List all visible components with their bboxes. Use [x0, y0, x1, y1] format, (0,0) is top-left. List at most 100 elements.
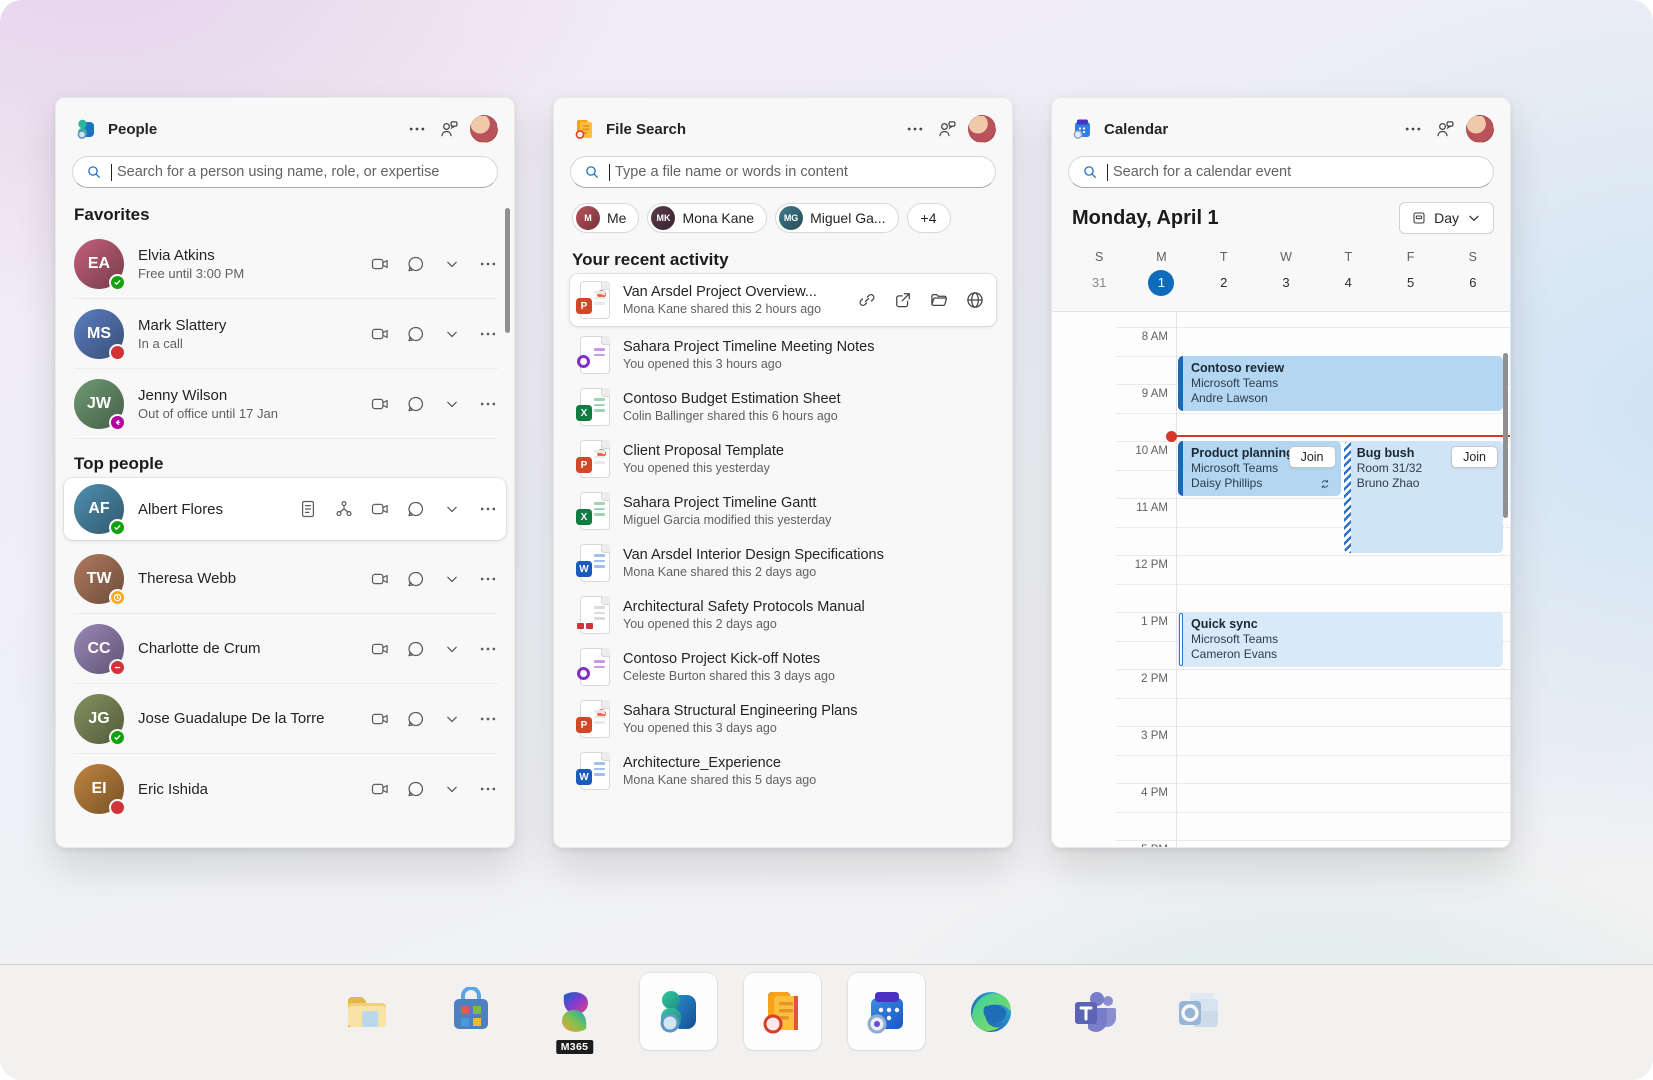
person-row[interactable]: AFAlbert Flores	[64, 478, 506, 540]
chat-icon[interactable]	[405, 499, 426, 520]
taskbar-calendar-icon[interactable]	[848, 973, 925, 1050]
person-row[interactable]: MSMark SlatteryIn a call	[74, 299, 498, 369]
taskbar-file-search-icon[interactable]	[744, 973, 821, 1050]
calendar-event[interactable]: Bug bushRoom 31/32Bruno ZhaoJoin	[1344, 441, 1503, 553]
day-view-dropdown[interactable]: Day	[1399, 202, 1494, 234]
taskbar-m365-copilot-icon[interactable]: M365	[536, 973, 613, 1050]
video-call-icon[interactable]	[369, 253, 390, 274]
chevron-down-icon[interactable]	[441, 568, 462, 589]
open-folder-icon[interactable]	[929, 290, 950, 311]
calendar-event[interactable]: Contoso reviewMicrosoft TeamsAndre Lawso…	[1178, 356, 1503, 411]
feedback-person-chat-icon[interactable]	[438, 118, 460, 140]
file-row[interactable]: WVan Arsdel Interior Design Specificatio…	[570, 537, 996, 589]
chat-icon[interactable]	[405, 323, 426, 344]
person-filter-chip[interactable]: MGMiguel Ga...	[775, 203, 898, 233]
video-call-icon[interactable]	[369, 323, 390, 344]
calendar-event[interactable]: Product planningMicrosoft TeamsDaisy Phi…	[1178, 441, 1341, 496]
chevron-down-icon[interactable]	[441, 779, 462, 800]
chat-icon[interactable]	[405, 568, 426, 589]
person-row[interactable]: EAElvia AtkinsFree until 3:00 PM	[74, 229, 498, 299]
taskbar-edge-icon[interactable]	[952, 973, 1029, 1050]
more-options-icon[interactable]	[477, 499, 498, 520]
chat-icon[interactable]	[405, 779, 426, 800]
share-icon[interactable]	[893, 290, 914, 311]
chevron-down-icon[interactable]	[441, 393, 462, 414]
chat-icon[interactable]	[405, 708, 426, 729]
file-row[interactable]: Contoso Project Kick-off NotesCeleste Bu…	[570, 641, 996, 693]
person-filter-chip[interactable]: MMe	[572, 203, 639, 233]
person-row[interactable]: TWTheresa Webb	[74, 544, 498, 614]
taskbar-outlook-icon[interactable]	[1160, 973, 1237, 1050]
people-scrollbar[interactable]	[505, 208, 510, 333]
chevron-down-icon[interactable]	[441, 638, 462, 659]
chevron-down-icon[interactable]	[441, 253, 462, 274]
date-cell-selected[interactable]: 1	[1130, 268, 1192, 298]
person-filter-chip[interactable]: +4	[907, 203, 951, 233]
taskbar-microsoft-store-icon[interactable]	[432, 973, 509, 1050]
date-cell[interactable]: 5	[1379, 268, 1441, 298]
date-cell[interactable]: 6	[1442, 268, 1504, 298]
file-row[interactable]: XSahara Project Timeline GanttMiguel Gar…	[570, 485, 996, 537]
file-row[interactable]: Sahara Project Timeline Meeting NotesYou…	[570, 329, 996, 381]
date-cell[interactable]: 3	[1255, 268, 1317, 298]
person-row[interactable]: JGJose Guadalupe De la Torre	[74, 684, 498, 754]
file-row[interactable]: WArchitecture_ExperienceMona Kane shared…	[570, 745, 996, 797]
account-avatar[interactable]	[470, 115, 498, 143]
more-options-icon[interactable]	[477, 779, 498, 800]
org-chart-icon[interactable]	[333, 499, 354, 520]
video-call-icon[interactable]	[369, 393, 390, 414]
date-cell[interactable]: 31	[1068, 268, 1130, 298]
file-row[interactable]: PSahara Structural Engineering PlansYou …	[570, 693, 996, 745]
feedback-person-chat-icon[interactable]	[1434, 118, 1456, 140]
taskbar-teams-icon[interactable]	[1056, 973, 1133, 1050]
more-options-icon[interactable]	[1402, 118, 1424, 140]
file-row[interactable]: PClient Proposal TemplateYou opened this…	[570, 433, 996, 485]
more-options-icon[interactable]	[477, 393, 498, 414]
person-row[interactable]: EIEric Ishida	[74, 754, 498, 824]
video-call-icon[interactable]	[369, 568, 390, 589]
person-row[interactable]: CCCharlotte de Crum	[74, 614, 498, 684]
more-options-icon[interactable]	[477, 253, 498, 274]
video-call-icon[interactable]	[369, 499, 390, 520]
feedback-person-chat-icon[interactable]	[936, 118, 958, 140]
account-avatar[interactable]	[1466, 115, 1494, 143]
chevron-down-icon[interactable]	[441, 499, 462, 520]
people-search[interactable]	[72, 156, 498, 188]
open-in-browser-icon[interactable]	[965, 290, 986, 311]
join-button[interactable]: Join	[1451, 446, 1498, 468]
calendar-search[interactable]	[1068, 156, 1494, 188]
date-cell[interactable]: 4	[1317, 268, 1379, 298]
person-filter-chip[interactable]: MKMona Kane	[647, 203, 767, 233]
video-call-icon[interactable]	[369, 779, 390, 800]
chat-icon[interactable]	[405, 253, 426, 274]
file-row[interactable]: XContoso Budget Estimation SheetColin Ba…	[570, 381, 996, 433]
taskbar-people-icon[interactable]	[640, 973, 717, 1050]
file-search[interactable]	[570, 156, 996, 188]
more-options-icon[interactable]	[477, 638, 498, 659]
chevron-down-icon[interactable]	[441, 323, 462, 344]
person-row[interactable]: JWJenny WilsonOut of office until 17 Jan	[74, 369, 498, 439]
taskbar-file-explorer-icon[interactable]	[328, 973, 405, 1050]
more-options-icon[interactable]	[477, 568, 498, 589]
file-row[interactable]: Architectural Safety Protocols ManualYou…	[570, 589, 996, 641]
more-options-icon[interactable]	[477, 708, 498, 729]
more-options-icon[interactable]	[477, 323, 498, 344]
calendar-event[interactable]: Quick syncMicrosoft TeamsCameron Evans	[1178, 612, 1503, 667]
chat-icon[interactable]	[405, 638, 426, 659]
account-avatar[interactable]	[968, 115, 996, 143]
calendar-scrollbar[interactable]	[1503, 353, 1508, 518]
document-icon[interactable]	[297, 499, 318, 520]
file-row[interactable]: PVan Arsdel Project Overview...Mona Kane…	[570, 274, 996, 326]
more-options-icon[interactable]	[904, 118, 926, 140]
people-search-input[interactable]	[117, 164, 484, 180]
date-cell[interactable]: 2	[1193, 268, 1255, 298]
chat-icon[interactable]	[405, 393, 426, 414]
chevron-down-icon[interactable]	[441, 708, 462, 729]
video-call-icon[interactable]	[369, 708, 390, 729]
more-options-icon[interactable]	[406, 118, 428, 140]
calendar-search-input[interactable]	[1113, 164, 1480, 180]
video-call-icon[interactable]	[369, 638, 390, 659]
join-button[interactable]: Join	[1289, 446, 1336, 468]
copy-link-icon[interactable]	[857, 290, 878, 311]
file-search-input[interactable]	[615, 164, 982, 180]
